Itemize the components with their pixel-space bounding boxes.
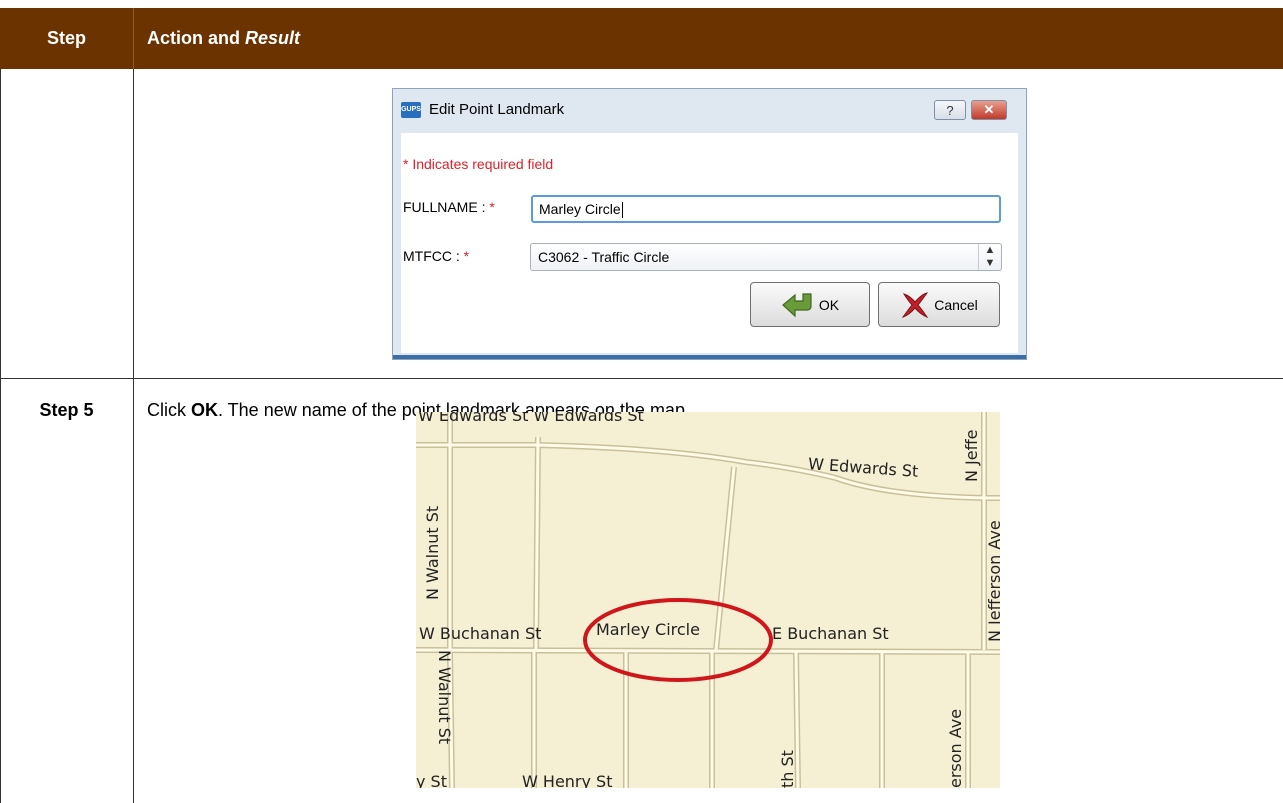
step-text-bold: OK xyxy=(191,400,218,420)
updown-arrows-icon: ▲ ▼ xyxy=(978,244,1001,270)
fullname-value: Marley Circle xyxy=(539,201,621,217)
map-label-n-walnut-lower: N Walnut St xyxy=(435,650,454,745)
fullname-label-text: FULLNAME : xyxy=(403,199,486,215)
mtfcc-required-star: * xyxy=(463,248,470,264)
header-result-text: Result xyxy=(245,28,301,48)
table-row-divider xyxy=(0,378,1283,379)
cancel-button[interactable]: Cancel xyxy=(878,282,1000,327)
map-label-n-jefferson-ave: N Jefferson Ave xyxy=(985,520,1000,642)
dialog-title: Edit Point Landmark xyxy=(429,101,565,118)
map-label-n-jeff-top: N Jeffe xyxy=(962,429,981,482)
map-label-y-st: y St xyxy=(416,772,447,788)
red-x-icon xyxy=(901,291,929,318)
step-text-pre: Click xyxy=(147,400,191,420)
map-label-n-walnut-upper: N Walnut St xyxy=(423,505,442,600)
dialog-bottom-bar xyxy=(393,355,1026,359)
ok-button[interactable]: OK xyxy=(750,282,870,327)
highlight-ellipse xyxy=(583,598,773,682)
table-left-border xyxy=(0,69,1,803)
map-label-erson-ave: erson Ave xyxy=(946,708,965,788)
mtfcc-value: C3062 - Traffic Circle xyxy=(538,249,670,265)
mtfcc-label-text: MTFCC : xyxy=(403,248,460,264)
text-caret xyxy=(621,202,623,219)
close-button[interactable]: ✕ xyxy=(971,100,1007,120)
fullname-label: FULLNAME : * xyxy=(403,199,495,215)
green-arrow-icon xyxy=(781,292,812,317)
mtfcc-select[interactable]: C3062 - Traffic Circle ▲ ▼ xyxy=(530,243,1002,271)
fullname-input[interactable]: Marley Circle xyxy=(531,195,1001,223)
table-column-divider xyxy=(133,69,134,803)
map-label-marley-circle: Marley Circle xyxy=(596,620,700,639)
header-action-text: Action and xyxy=(147,28,240,48)
header-step: Step xyxy=(0,8,134,69)
map-label-w-edwards-top: W Edwards St W Edwards St xyxy=(418,412,644,425)
ok-label: OK xyxy=(818,296,840,313)
map-label-th-st: th St xyxy=(778,750,797,788)
map-label-w-henry: W Henry St xyxy=(522,772,613,788)
table-header: Step Action and Result xyxy=(0,8,1283,69)
map-label-w-buchanan: W Buchanan St xyxy=(419,624,542,643)
map-label-e-buchanan: E Buchanan St xyxy=(772,624,889,643)
app-icon: GUPS xyxy=(401,101,421,118)
mtfcc-label: MTFCC : * xyxy=(403,248,469,264)
required-note: * Indicates required field xyxy=(403,156,554,172)
fullname-required-star: * xyxy=(489,199,495,215)
header-action: Action and Result xyxy=(147,8,300,69)
step-label: Step 5 xyxy=(39,400,94,420)
dialog-titlebar: GUPS Edit Point Landmark xyxy=(401,101,564,118)
cancel-label: Cancel xyxy=(934,296,978,313)
help-button[interactable]: ? xyxy=(934,100,966,120)
street-map: W Edwards St W Edwards St W Edwards St N… xyxy=(416,412,1000,788)
